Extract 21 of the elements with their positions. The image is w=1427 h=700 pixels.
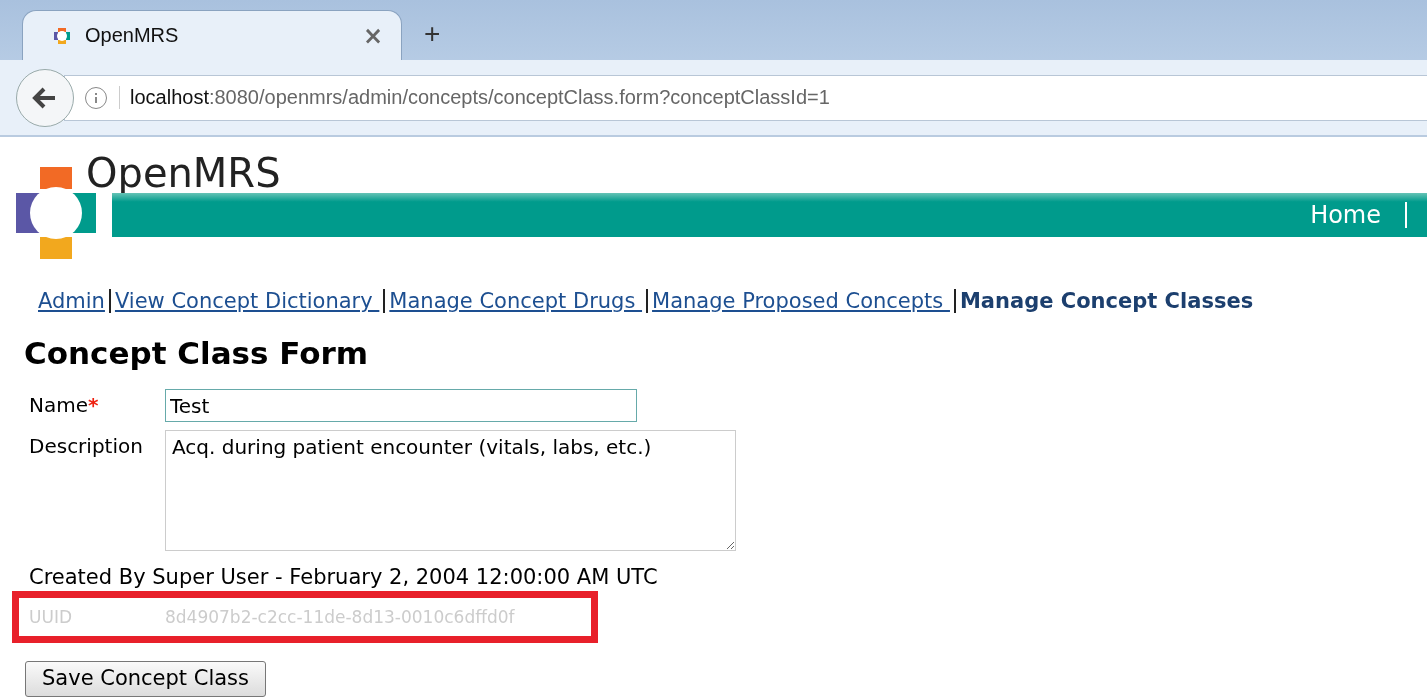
tab-title: OpenMRS <box>85 24 180 47</box>
page-title: Concept Class Form <box>24 335 370 371</box>
save-button[interactable]: Save Concept Class <box>25 661 266 697</box>
name-field[interactable]: Test <box>165 389 637 422</box>
breadcrumb-link[interactable]: Manage Proposed Concepts <box>646 289 954 313</box>
name-label: Name* <box>29 392 100 419</box>
breadcrumb-link[interactable]: Manage Concept Drugs <box>383 289 647 313</box>
description-field[interactable]: Acq. during patient encounter (vitals, labs, etc.) <box>165 430 736 551</box>
back-arrow-icon <box>32 85 58 110</box>
logo-text: OpenMRS <box>86 153 282 193</box>
created-by-text: Created By Super User - February 2, 2004 12:00:00 AM UTC <box>29 565 659 589</box>
new-tab-button[interactable]: + <box>424 18 441 50</box>
address-bar[interactable]: localhost:8080/openmrs/admin/concepts/conceptClass.form?conceptClassId=1 <box>64 74 1427 121</box>
browser-tab[interactable]: OpenMRS × <box>22 10 402 60</box>
url-path: :8080/openmrs/admin/concepts/conceptClass.form?conceptClassId=1 <box>208 86 830 109</box>
breadcrumb-link[interactable]: View Concept Dictionary <box>108 289 384 313</box>
close-tab-button[interactable]: × <box>362 21 383 50</box>
url-host: localhost <box>119 86 209 109</box>
breadcrumb-link[interactable]: Manage Concept Classes <box>953 289 1258 313</box>
breadcrumb-link[interactable]: Admin <box>34 289 109 313</box>
description-label: Description <box>29 433 144 460</box>
